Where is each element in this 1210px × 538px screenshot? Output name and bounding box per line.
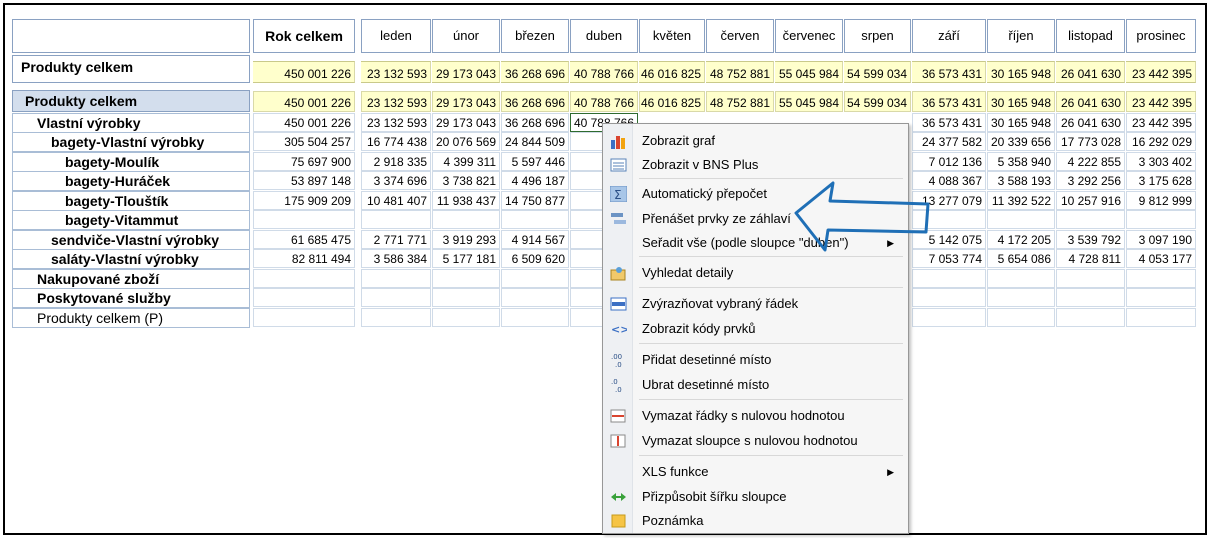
pivot-table-window: Rok celkem leden únor březen duben květen čer… xyxy=(3,3,1207,535)
annotation-arrow xyxy=(794,181,930,252)
annotation-arrow-shape xyxy=(794,181,930,252)
